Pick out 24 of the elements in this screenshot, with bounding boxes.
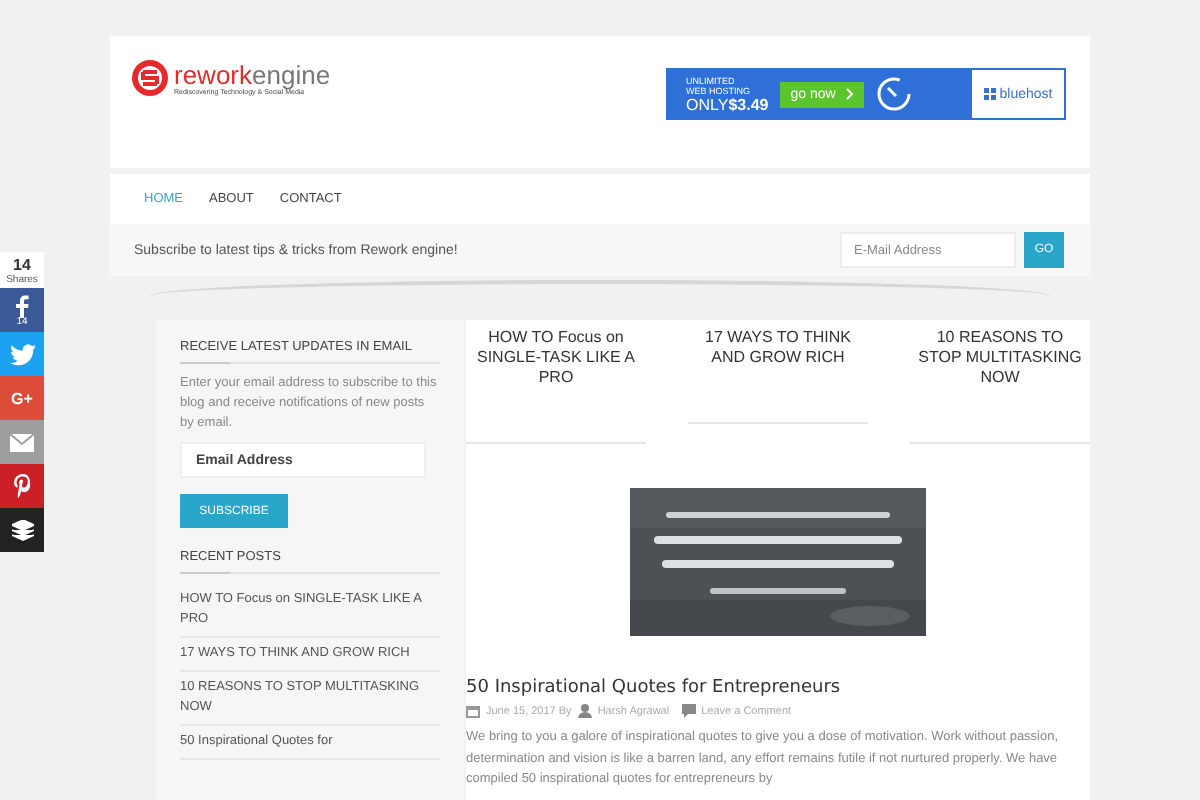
gear-logo-icon	[130, 58, 170, 98]
grid-logo-icon	[983, 88, 996, 100]
pin-icon	[13, 474, 31, 498]
bird-icon	[9, 343, 35, 365]
post-title[interactable]: 50 Inspirational Quotes for Entrepreneurs	[466, 678, 1090, 698]
related-post-link[interactable]: HOW TO Focus on SINGLE-TASK LIKE A PRO	[466, 328, 646, 444]
email-share-button[interactable]	[0, 420, 44, 464]
google-plus-icon: G+	[11, 389, 33, 407]
buffer-share-button[interactable]	[0, 508, 44, 552]
logo-wordmark: reworkengine	[174, 61, 331, 87]
pinterest-share-button[interactable]	[0, 464, 44, 508]
share-count: 14	[13, 256, 31, 274]
speech-bubble-icon	[681, 704, 696, 718]
user-icon	[577, 704, 592, 718]
related-post-link[interactable]: 10 REASONS TO STOP MULTITASKING NOW	[910, 328, 1090, 444]
facebook-icon	[14, 293, 30, 317]
ad-price: ONLY$3.49	[686, 95, 769, 113]
gauge-icon	[875, 76, 912, 112]
twitter-share-button[interactable]	[0, 332, 44, 376]
stack-icon	[11, 519, 33, 541]
chevron-icon	[845, 88, 854, 100]
envelope-icon	[10, 433, 34, 451]
google-share-button[interactable]: G+	[0, 376, 44, 420]
related-post-link[interactable]: 17 WAYS TO THINK AND GROW RICH	[688, 328, 868, 424]
